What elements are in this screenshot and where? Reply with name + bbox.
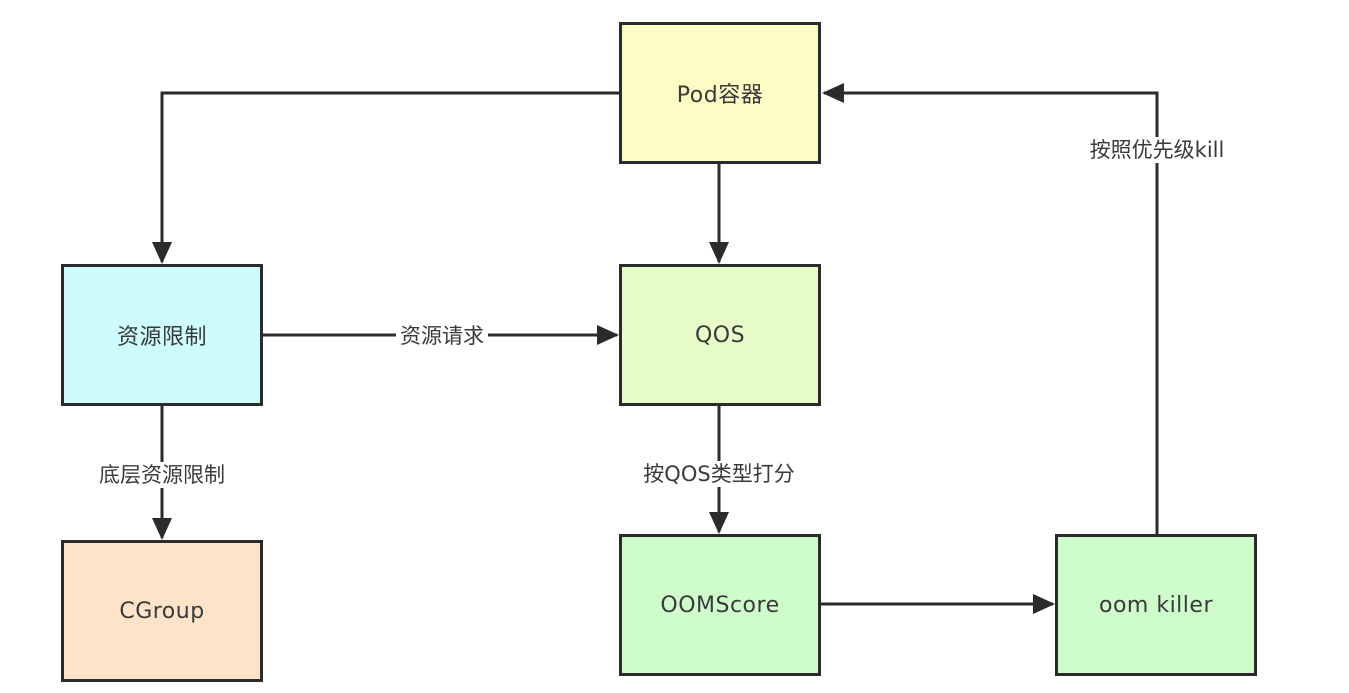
node-resource-limit: 资源限制 (61, 264, 263, 406)
edge-label-resource-request: 资源请求 (396, 323, 488, 349)
flow-diagram: Pod容器 资源限制 QOS CGroup OOMScore oom kille… (0, 0, 1349, 693)
node-cgroup: CGroup (61, 540, 263, 682)
node-oom-killer: oom killer (1055, 534, 1257, 676)
edge-label-kill-by-priority: 按照优先级kill (1085, 137, 1229, 163)
edge-label-score-by-qos: 按QOS类型打分 (639, 461, 799, 487)
node-oomscore: OOMScore (619, 534, 821, 676)
edge-label-underlying-limit: 底层资源限制 (95, 462, 229, 488)
edge-pod-to-resource-limit (152, 91, 620, 264)
node-pod-container: Pod容器 (619, 22, 821, 164)
node-qos: QOS (619, 264, 821, 406)
